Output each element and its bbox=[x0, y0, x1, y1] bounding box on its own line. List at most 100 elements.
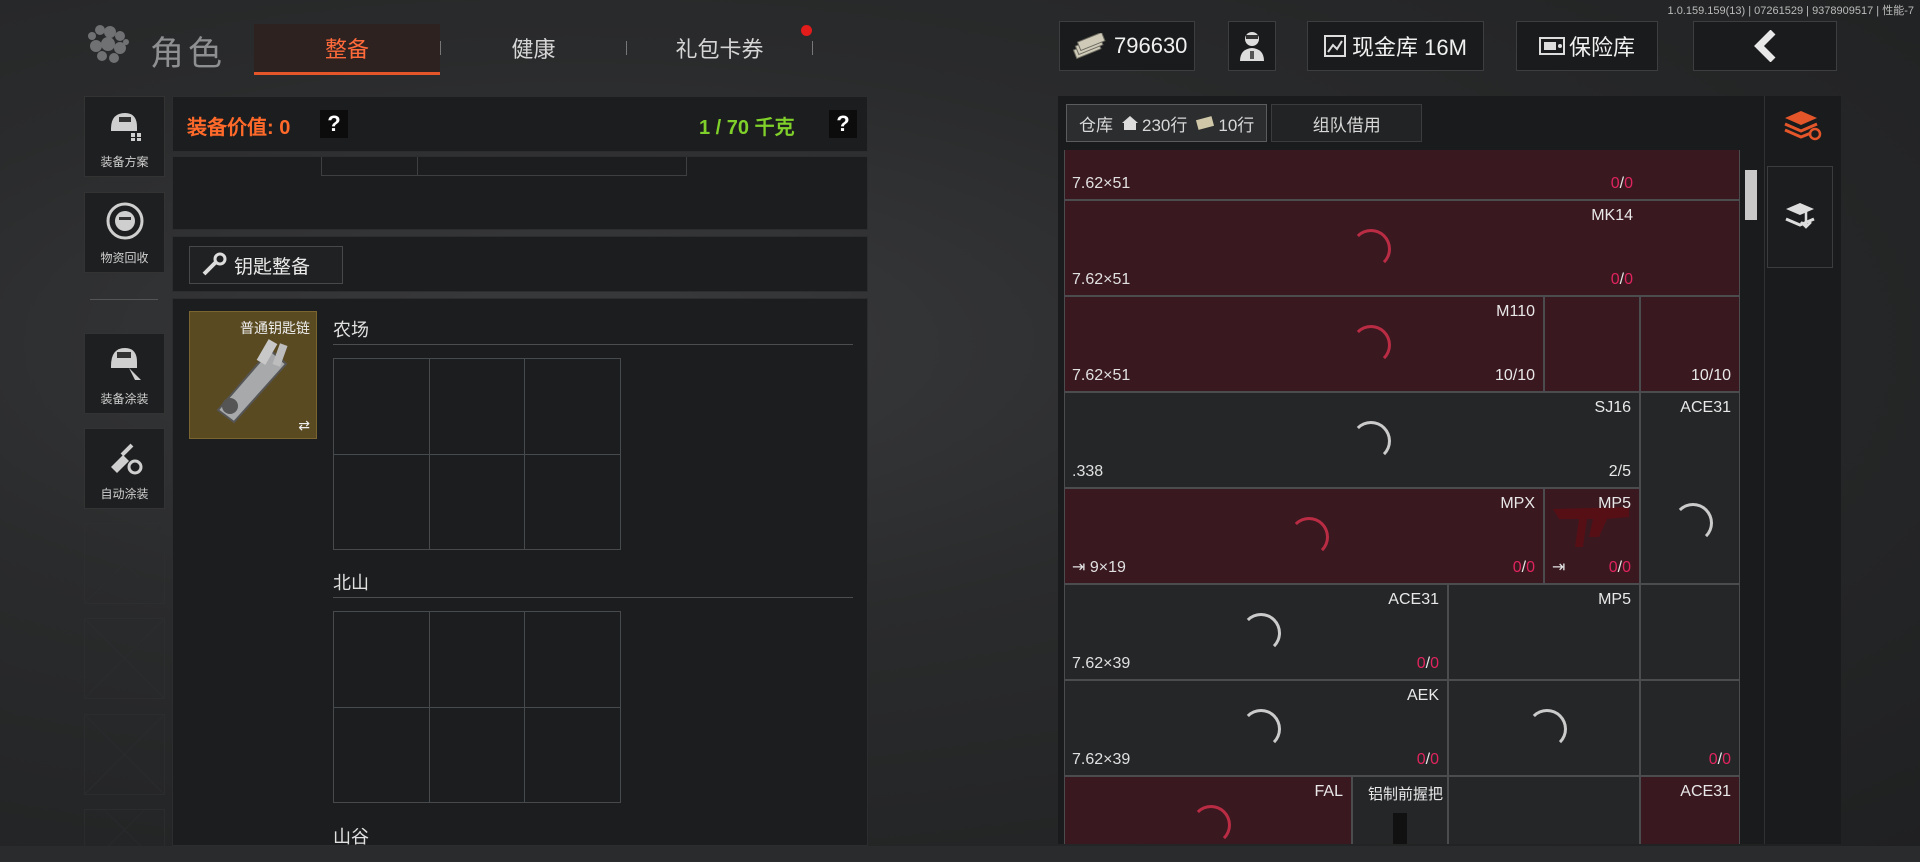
cash-stack-icon bbox=[1072, 33, 1106, 59]
rail-label: 物资回收 bbox=[100, 251, 149, 265]
page-title: 角色 bbox=[150, 35, 226, 73]
rail-divider bbox=[90, 299, 158, 300]
item-count: 0/0 bbox=[1416, 751, 1439, 768]
keychain-image bbox=[216, 339, 288, 424]
loading-spinner-icon bbox=[1241, 613, 1281, 653]
item-count: 0/0 bbox=[1708, 751, 1731, 768]
rail-slot-empty bbox=[84, 618, 165, 699]
weight-capacity: 1 / 70 千克 bbox=[699, 117, 795, 139]
item-count: 0/0 bbox=[1512, 559, 1535, 576]
loading-spinner-icon bbox=[1673, 503, 1713, 543]
north-key-grid[interactable] bbox=[333, 611, 621, 803]
item-slot[interactable]: ACE31 bbox=[1640, 776, 1740, 844]
key-setup-label: 钥匙整备 bbox=[234, 256, 311, 278]
loading-spinner-icon bbox=[1289, 517, 1329, 557]
warehouse-grid[interactable]: 7.62×51 0/0 MK14 7.62×51 0/0 M110 7.62×5… bbox=[1064, 150, 1740, 844]
equipment-slots-strip bbox=[172, 156, 868, 230]
item-slot[interactable]: 10/10 bbox=[1640, 296, 1740, 392]
tab-warehouse[interactable]: 仓库 230行 10行 bbox=[1066, 104, 1268, 142]
equipment-value-bar: 装备价值: 0 ? 1 / 70 千克 ? bbox=[172, 96, 868, 152]
value-help-button[interactable]: ? bbox=[320, 110, 348, 138]
rail-slot-empty bbox=[84, 714, 165, 795]
world-map-icon bbox=[88, 25, 129, 63]
cash-mini-icon bbox=[1196, 116, 1215, 130]
keychain-panel: 普通钥匙链 ⇄ 农场 北山 山谷 bbox=[172, 298, 868, 847]
layer-download-button[interactable] bbox=[1767, 166, 1833, 268]
item-count: 0/0 bbox=[1416, 655, 1439, 672]
section-north-mountain-title: 北山 bbox=[333, 573, 369, 593]
item-slot[interactable]: AEK 7.62×39 0/0 bbox=[1064, 680, 1448, 776]
tab-health-label: 健康 bbox=[511, 37, 556, 62]
item-count: 0/0 bbox=[1608, 559, 1631, 576]
back-arrow-icon bbox=[1754, 30, 1776, 62]
item-slot[interactable]: SJ16 .338 2/5 bbox=[1064, 392, 1640, 488]
cash-vault-label: 现金库 16M bbox=[1352, 35, 1467, 60]
rail-label: 装备涂装 bbox=[100, 392, 149, 406]
safe-box-button[interactable]: 保险库 bbox=[1516, 21, 1658, 71]
item-slot[interactable] bbox=[1448, 776, 1640, 844]
rows-home: 230行 bbox=[1142, 115, 1188, 135]
rail-auto-paint[interactable]: 自动涂装 bbox=[84, 428, 165, 509]
version-text: 1.0.159.159(13) | 07261529 | 9378909517 … bbox=[1667, 5, 1914, 17]
rail-label: 装备方案 bbox=[100, 155, 149, 169]
rail-slot-empty bbox=[84, 523, 165, 604]
warehouse-scrollbar[interactable] bbox=[1745, 170, 1757, 220]
tab-equip[interactable]: 整备 bbox=[254, 24, 440, 75]
farm-key-grid[interactable] bbox=[333, 358, 621, 550]
rows-extra: 10行 bbox=[1218, 115, 1255, 135]
section-farm-title: 农场 bbox=[333, 320, 369, 340]
weight-help-button[interactable]: ? bbox=[829, 110, 857, 138]
item-slot[interactable]: 0/0 bbox=[1640, 680, 1740, 776]
rail-equip-paint[interactable]: 装备涂装 bbox=[84, 333, 165, 414]
item-count: 0/0 bbox=[1610, 175, 1633, 192]
operator-icon bbox=[1240, 32, 1264, 61]
keychain-item[interactable]: 普通钥匙链 ⇄ bbox=[189, 311, 317, 439]
tab-gift-cards[interactable]: 礼包卡券 bbox=[627, 24, 812, 72]
home-icon bbox=[1122, 116, 1138, 130]
item-slot[interactable]: 7.62×51 0/0 bbox=[1064, 150, 1740, 200]
tab-team-borrow[interactable]: 组队借用 bbox=[1271, 104, 1423, 142]
warehouse-tabs: 仓库 230行 10行 组队借用 bbox=[1066, 104, 1423, 142]
safe-icon bbox=[1538, 37, 1565, 55]
equipment-value: 装备价值: 0 bbox=[187, 117, 291, 139]
money-amount: 796630 bbox=[1114, 33, 1188, 58]
helmet-paint-icon bbox=[111, 348, 141, 380]
tab-equip-label: 整备 bbox=[324, 37, 369, 62]
layer-download-icon bbox=[1785, 203, 1815, 229]
sort-stack-button[interactable] bbox=[1777, 104, 1825, 146]
item-slot[interactable] bbox=[1448, 680, 1640, 776]
item-slot[interactable]: FAL bbox=[1064, 776, 1352, 844]
trader-button[interactable] bbox=[1228, 21, 1276, 71]
wrench-icon bbox=[202, 252, 227, 276]
back-button[interactable] bbox=[1693, 21, 1837, 71]
item-slot[interactable]: ACE31 7.62×39 0/0 bbox=[1064, 584, 1448, 680]
item-slot[interactable]: MP5 bbox=[1448, 584, 1640, 680]
item-slot[interactable]: 铝制前握把 bbox=[1352, 776, 1448, 844]
tab-gift-label: 礼包卡券 bbox=[675, 37, 764, 62]
item-slot[interactable]: ACE31 bbox=[1640, 392, 1740, 584]
item-slot[interactable]: MP5 ⇥ 0/0 bbox=[1544, 488, 1640, 584]
key-setup-button[interactable]: 钥匙整备 bbox=[189, 246, 343, 284]
item-caliber: ⇥ 9×19 bbox=[1072, 559, 1126, 576]
loading-spinner-icon bbox=[1191, 805, 1231, 844]
key-section-bar: 钥匙整备 bbox=[172, 236, 868, 292]
rail-slot-empty bbox=[84, 809, 165, 851]
item-slot[interactable] bbox=[1640, 584, 1740, 680]
vault-image-icon bbox=[1324, 35, 1347, 57]
money-display[interactable]: 796630 bbox=[1059, 21, 1195, 71]
swap-icon[interactable]: ⇄ bbox=[298, 417, 310, 434]
section-divider bbox=[333, 597, 853, 598]
rail-recycle[interactable]: 物资回收 bbox=[84, 192, 165, 273]
rail-equip-plan[interactable]: 装备方案 bbox=[84, 96, 165, 177]
loading-spinner-icon bbox=[1351, 325, 1391, 365]
helmet-plan-icon bbox=[111, 113, 141, 141]
tab-health[interactable]: 健康 bbox=[441, 24, 626, 72]
cash-vault-button[interactable]: 现金库 16M bbox=[1307, 21, 1484, 71]
item-slot[interactable]: MK14 7.62×51 0/0 bbox=[1064, 200, 1740, 296]
item-slot[interactable]: M110 7.62×51 10/10 bbox=[1064, 296, 1544, 392]
stack-refresh-icon bbox=[1784, 111, 1822, 141]
brush-gear-icon bbox=[111, 443, 143, 475]
loading-spinner-icon bbox=[1351, 421, 1391, 461]
item-slot[interactable] bbox=[1544, 296, 1640, 392]
item-slot[interactable]: MPX ⇥ 9×19 0/0 bbox=[1064, 488, 1544, 584]
